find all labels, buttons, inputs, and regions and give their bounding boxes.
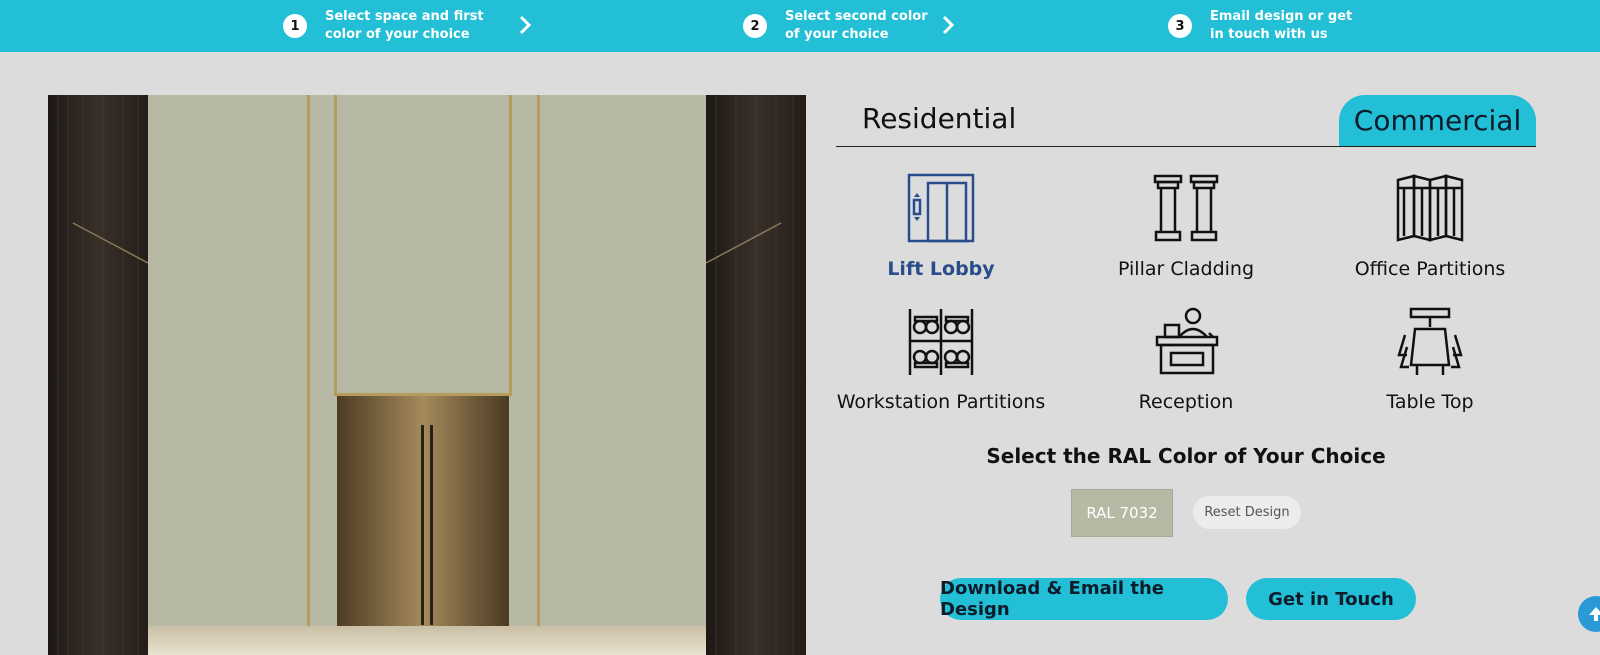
tab-commercial[interactable]: Commercial	[1339, 95, 1536, 146]
space-label: Workstation Partitions	[836, 391, 1046, 413]
ral-color-swatch[interactable]: RAL 7032	[1071, 489, 1173, 537]
steps-bar: 1 Select space and first color of your c…	[0, 0, 1600, 52]
step-number: 3	[1168, 14, 1192, 38]
space-label: Lift Lobby	[887, 258, 995, 280]
space-lift-lobby[interactable]: Lift Lobby	[831, 172, 1051, 280]
workstation-icon	[908, 309, 974, 375]
download-email-button[interactable]: Download & Email the Design	[940, 578, 1228, 620]
tabs-divider	[836, 146, 1536, 147]
arrow-up-icon	[1589, 607, 1600, 621]
elevator-icon	[907, 173, 975, 243]
step-text: Select space and first color of your cho…	[325, 8, 484, 44]
step-text-line: Email design or get	[1210, 9, 1353, 24]
chevron-right-icon	[519, 15, 532, 35]
lift-lobby-render	[48, 95, 806, 655]
scroll-to-top-button[interactable]	[1578, 596, 1600, 632]
design-preview-image	[48, 95, 806, 655]
space-label: Office Partitions	[1354, 258, 1506, 280]
space-label: Reception	[1138, 391, 1234, 413]
space-reception[interactable]: Reception	[1076, 307, 1296, 413]
space-office-partitions[interactable]: Office Partitions	[1320, 172, 1540, 280]
space-workstation-partitions[interactable]: Workstation Partitions	[831, 307, 1051, 413]
step-1: 1 Select space and first color of your c…	[283, 8, 484, 44]
step-text: Select second color of your choice	[785, 8, 928, 44]
space-label: Pillar Cladding	[1117, 258, 1255, 280]
ral-heading: Select the RAL Color of Your Choice	[986, 444, 1386, 468]
step-3: 3 Email design or get in touch with us	[1168, 8, 1352, 44]
step-text-line: of your choice	[785, 27, 889, 42]
step-text-line: in touch with us	[1210, 27, 1328, 42]
step-number: 2	[743, 14, 767, 38]
chevron-right-icon	[942, 15, 955, 35]
conference-table-icon	[1397, 307, 1463, 375]
folding-screen-icon	[1396, 174, 1464, 242]
step-text-line: Select second color	[785, 9, 928, 24]
step-number: 1	[283, 14, 307, 38]
get-in-touch-button[interactable]: Get in Touch	[1246, 578, 1416, 620]
tab-residential[interactable]: Residential	[862, 102, 1016, 135]
step-2: 2 Select second color of your choice	[743, 8, 928, 44]
reset-design-button[interactable]: Reset Design	[1193, 496, 1301, 529]
step-text: Email design or get in touch with us	[1210, 8, 1352, 44]
step-text-line: color of your choice	[325, 27, 470, 42]
space-table-top[interactable]: Table Top	[1320, 307, 1540, 413]
space-pillar-cladding[interactable]: Pillar Cladding	[1076, 172, 1296, 280]
pillars-icon	[1153, 174, 1219, 242]
step-text-line: Select space and first	[325, 9, 484, 24]
space-label: Table Top	[1386, 391, 1474, 413]
reception-desk-icon	[1155, 307, 1219, 375]
